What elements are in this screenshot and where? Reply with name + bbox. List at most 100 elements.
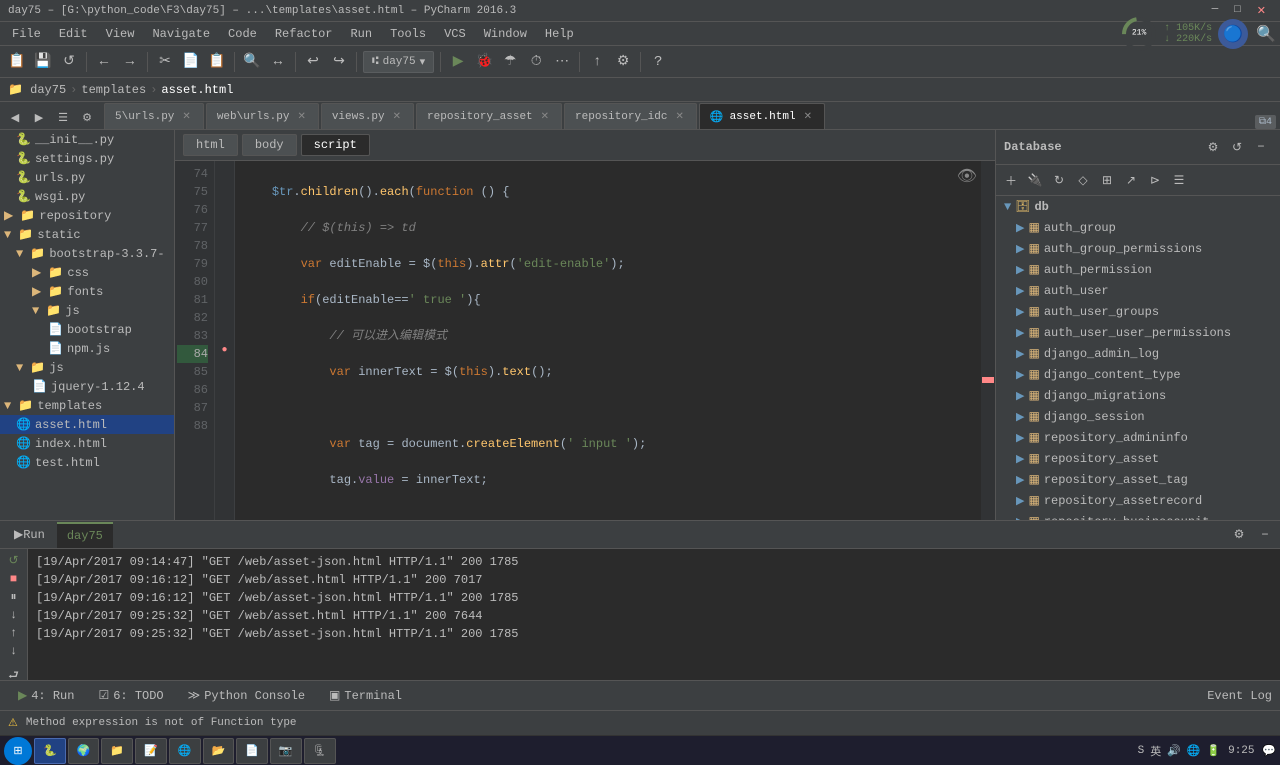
db-table-auth_user[interactable]: ▶ ▦ auth_user [996, 280, 1280, 301]
taskbar-folder[interactable]: 📁 [101, 738, 133, 764]
menu-vcs[interactable]: VCS [436, 25, 474, 43]
toolbar-cut-icon[interactable]: ✂ [154, 51, 176, 73]
eye-icon[interactable]: 👁 [957, 166, 977, 186]
run-up-icon[interactable]: ↑ [4, 626, 24, 640]
taskbar-word2[interactable]: 📄 [236, 738, 268, 764]
db-table-auth_permission[interactable]: ▶ ▦ auth_permission [996, 259, 1280, 280]
tree-item-index-html[interactable]: 🌐 index.html [0, 434, 174, 453]
menu-tools[interactable]: Tools [382, 25, 434, 43]
db-add-icon[interactable]: ＋ [1000, 169, 1022, 191]
toolbar-run-icon[interactable]: ▶ [447, 51, 469, 73]
menu-code[interactable]: Code [220, 25, 265, 43]
en-icon[interactable]: 英 [1150, 743, 1161, 759]
tab-close-urls-5[interactable]: ✕ [180, 110, 192, 124]
toolbar-forward-icon[interactable]: → [119, 51, 141, 73]
tab-close-repo-asset[interactable]: ✕ [539, 110, 551, 124]
toolbar-copy-icon[interactable]: 📄 [180, 51, 202, 73]
db-table-repo_asset[interactable]: ▶ ▦ repository_asset [996, 448, 1280, 469]
tree-item-asset-html[interactable]: 🌐 asset.html [0, 415, 174, 434]
tree-item-js[interactable]: ▼ 📁 js [0, 358, 174, 377]
breadcrumb-item-project[interactable]: 📁 day75 [8, 82, 66, 97]
run-panel-hide-icon[interactable]: − [1254, 524, 1276, 546]
db-sql-icon[interactable]: ◇ [1072, 169, 1094, 191]
toolbar-save-icon[interactable]: 💾 [32, 51, 54, 73]
tree-item-jquery[interactable]: 📄 jquery-1.12.4 [0, 377, 174, 396]
tab-close-views[interactable]: ✕ [391, 110, 403, 124]
tree-item-settings[interactable]: 🐍 settings.py [0, 149, 174, 168]
tree-item-urls[interactable]: 🐍 urls.py [0, 168, 174, 187]
bottom-tab-terminal[interactable]: ▣ Terminal [319, 682, 412, 710]
menu-file[interactable]: File [4, 25, 49, 43]
tab-bar-right-icon[interactable]: ▶ [28, 107, 50, 129]
toolbar-more-icon[interactable]: ⋯ [551, 51, 573, 73]
tab-close-web-urls[interactable]: ✕ [295, 110, 307, 124]
bottom-tab-run[interactable]: ▶ 4: Run [8, 682, 84, 710]
toolbar-help-icon[interactable]: ? [647, 51, 669, 73]
tree-item-wsgi[interactable]: 🐍 wsgi.py [0, 187, 174, 206]
menu-refactor[interactable]: Refactor [267, 25, 341, 43]
bottom-tab-todo[interactable]: ☑ 6: TODO [88, 682, 173, 710]
menu-view[interactable]: View [98, 25, 143, 43]
tree-item-fonts[interactable]: ▶ 📁 fonts [0, 282, 174, 301]
tree-item-repository[interactable]: ▶ 📁 repository [0, 206, 174, 225]
toolbar-settings-icon[interactable]: ⚙ [612, 51, 634, 73]
tab-views[interactable]: views.py ✕ [321, 103, 414, 129]
db-root[interactable]: ▼ 🗄 db [996, 196, 1280, 217]
branch-selector[interactable]: ⑆ day75 ▾ [363, 51, 434, 73]
run-panel-settings-icon[interactable]: ⚙ [1228, 524, 1250, 546]
start-button[interactable]: ⊞ [4, 737, 32, 765]
taskbar-browser1[interactable]: 🌍 [68, 738, 100, 764]
db-refresh2-icon[interactable]: ↻ [1048, 169, 1070, 191]
db-table-django_admin_log[interactable]: ▶ ▦ django_admin_log [996, 343, 1280, 364]
run-pause-icon[interactable]: ⏸ [4, 590, 24, 604]
run-down-icon[interactable]: ↓ [4, 644, 24, 658]
tree-item-bootstrap[interactable]: ▼ 📁 bootstrap-3.3.7- [0, 244, 174, 263]
toolbar-sync-icon[interactable]: ↺ [58, 51, 80, 73]
tab-asset-html[interactable]: 🌐 asset.html ✕ [699, 103, 825, 129]
db-table-django_content_type[interactable]: ▶ ▦ django_content_type [996, 364, 1280, 385]
event-log-label[interactable]: Event Log [1207, 689, 1272, 703]
toolbar-coverage-icon[interactable]: ☂ [499, 51, 521, 73]
tab-bar-settings-icon[interactable]: ⚙ [76, 107, 98, 129]
breadcrumb-item-file[interactable]: asset.html [161, 83, 233, 97]
db-connect-icon[interactable]: 🔌 [1024, 169, 1046, 191]
tray-icon1[interactable]: 🔊 [1167, 744, 1181, 758]
taskbar-explorer[interactable]: 📂 [203, 738, 235, 764]
db-table-repo_admin[interactable]: ▶ ▦ repository_admininfo [996, 427, 1280, 448]
toolbar-back-icon[interactable]: ← [93, 51, 115, 73]
tab-bar-menu-icon[interactable]: ☰ [52, 107, 74, 129]
tree-item-css[interactable]: ▶ 📁 css [0, 263, 174, 282]
taskbar-pycharm[interactable]: 🐍 [34, 738, 66, 764]
db-table-auth_user_user_perm[interactable]: ▶ ▦ auth_user_user_permissions [996, 322, 1280, 343]
db-settings-icon[interactable]: ⚙ [1202, 136, 1224, 158]
tab-close-repo-idc[interactable]: ✕ [673, 110, 685, 124]
db-refresh-icon[interactable]: ↺ [1226, 136, 1248, 158]
editor-tab-html[interactable]: html [183, 134, 238, 156]
run-wrap-icon[interactable]: ⮐ [4, 666, 24, 680]
tree-item-bootstrap-file[interactable]: 📄 bootstrap [0, 320, 174, 339]
menu-window[interactable]: Window [476, 25, 535, 43]
taskbar-chrome[interactable]: 🌐 [169, 738, 201, 764]
menu-navigate[interactable]: Navigate [144, 25, 218, 43]
toolbar-search-icon[interactable]: 🔍 [241, 51, 263, 73]
db-table-repo_businessunit[interactable]: ▶ ▦ repository_businessunit [996, 511, 1280, 520]
db-table-repo_assetrecord[interactable]: ▶ ▦ repository_assetrecord [996, 490, 1280, 511]
toolbar-project-icon[interactable]: 📋 [6, 51, 28, 73]
run-tab-day75[interactable]: day75 [57, 522, 113, 548]
toolbar-redo-icon[interactable]: ↪ [328, 51, 350, 73]
tab-urls-5[interactable]: 5\urls.py ✕ [104, 103, 204, 129]
toolbar-undo-icon[interactable]: ↩ [302, 51, 324, 73]
toolbar-debug-icon[interactable]: 🐞 [473, 51, 495, 73]
breadcrumb-item-templates[interactable]: templates [81, 83, 146, 97]
tree-item-static[interactable]: ▼ 📁 static [0, 225, 174, 244]
toolbar-profile-icon[interactable]: ⏱ [525, 51, 547, 73]
tree-item-init[interactable]: 🐍 __init__.py [0, 130, 174, 149]
menu-help[interactable]: Help [537, 25, 582, 43]
tree-item-templates[interactable]: ▼ 📁 templates [0, 396, 174, 415]
db-open-icon[interactable]: ↗ [1120, 169, 1142, 191]
tab-repo-idc[interactable]: repository_idc ✕ [564, 103, 697, 129]
sougou-icon[interactable]: S [1138, 745, 1145, 757]
code-content[interactable]: $tr.children().each(function () { // $(t… [235, 161, 981, 520]
tree-item-npm[interactable]: 📄 npm.js [0, 339, 174, 358]
taskbar-camera[interactable]: 📷 [270, 738, 302, 764]
